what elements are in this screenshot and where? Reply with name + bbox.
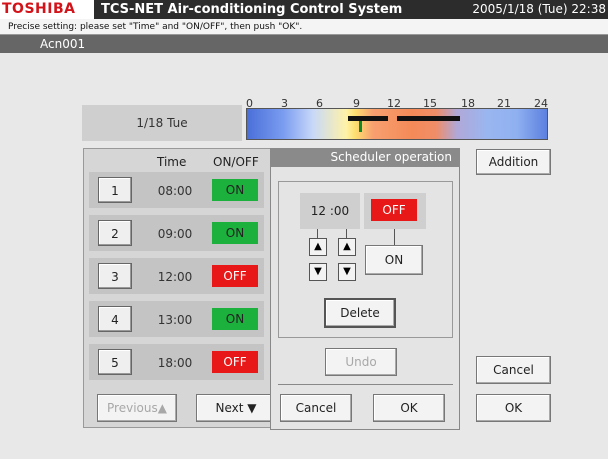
minute-down-icon[interactable]: ▼	[338, 263, 356, 281]
minute-up-icon[interactable]: ▲	[338, 238, 356, 256]
next-button[interactable]: Next ▼	[196, 394, 276, 422]
row-number-button[interactable]: 5	[98, 349, 132, 375]
current-time-marker	[359, 121, 362, 132]
instruction-text: Precise setting: please set "Time" and "…	[0, 19, 608, 35]
on-period-bar	[348, 116, 388, 121]
row-number-button[interactable]: 3	[98, 263, 132, 289]
addition-button[interactable]: Addition	[476, 149, 551, 175]
status-display-off: OFF	[371, 199, 417, 221]
row-number-button[interactable]: 2	[98, 220, 132, 246]
scheduler-ok-button[interactable]: OK	[373, 394, 445, 422]
previous-button[interactable]: Previous▲	[97, 394, 177, 422]
datetime-display: 2005/1/18 (Tue) 22:38	[472, 2, 606, 16]
row-number-button[interactable]: 1	[98, 177, 132, 203]
hour-up-icon[interactable]: ▲	[309, 238, 327, 256]
row-time: 09:00	[157, 227, 193, 241]
toshiba-logo: TOSHIBA	[0, 0, 94, 19]
app-title: TCS-NET Air-conditioning Control System	[101, 2, 403, 17]
delete-button[interactable]: Delete	[324, 298, 396, 328]
row-time: 18:00	[157, 356, 193, 370]
unit-bar	[0, 35, 608, 53]
row-number-button[interactable]: 4	[98, 306, 132, 332]
status-on[interactable]: ON	[212, 222, 258, 244]
col-header-onoff: ON/OFF	[213, 155, 259, 169]
col-header-time: Time	[157, 155, 187, 169]
status-on[interactable]: ON	[212, 308, 258, 330]
unit-name: Acn001	[40, 37, 86, 51]
row-time: 08:00	[157, 184, 193, 198]
scheduler-cancel-button[interactable]: Cancel	[280, 394, 352, 422]
scheduler-title: Scheduler operation	[270, 148, 460, 167]
status-off[interactable]: OFF	[212, 265, 258, 287]
date-label: 1/18 Tue	[136, 116, 188, 130]
status-on[interactable]: ON	[212, 179, 258, 201]
status-off[interactable]: OFF	[212, 351, 258, 373]
temperature-timeline	[246, 108, 548, 140]
on-button[interactable]: ON	[365, 245, 423, 275]
time-display: 12 :00	[300, 193, 360, 229]
hour-down-icon[interactable]: ▼	[309, 263, 327, 281]
ok-button[interactable]: OK	[476, 394, 551, 422]
divider	[278, 384, 453, 385]
undo-button[interactable]: Undo	[325, 348, 397, 376]
row-time: 13:00	[157, 313, 193, 327]
row-time: 12:00	[157, 270, 193, 284]
cancel-button[interactable]: Cancel	[476, 356, 551, 384]
on-period-bar	[397, 116, 460, 121]
